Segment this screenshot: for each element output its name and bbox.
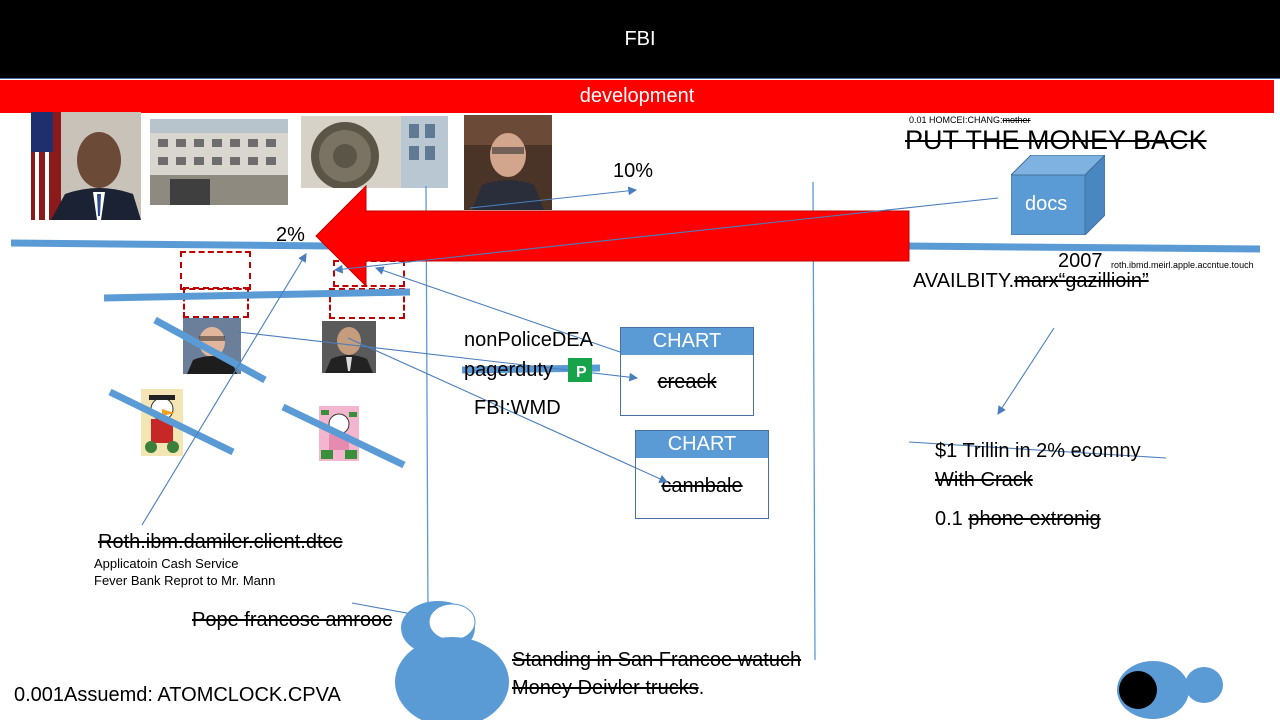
building-photo-1 bbox=[150, 119, 288, 205]
put-money-back-heading: PUT THE MONEY BACK bbox=[905, 125, 1207, 155]
portrait-photo-1 bbox=[31, 112, 141, 220]
building-seal-photo bbox=[301, 116, 448, 188]
dashed-placeholder-3 bbox=[333, 260, 405, 287]
chart-2-header: CHART bbox=[636, 431, 768, 458]
standing-text-2: Money Deivler trucks bbox=[512, 677, 699, 699]
pope-label: Pope francosc amrooc bbox=[192, 609, 393, 631]
banner-label: development bbox=[579, 85, 695, 107]
pagerduty-label: pagerduty bbox=[464, 359, 553, 381]
pct-2-label: 2% bbox=[276, 224, 305, 246]
phone-struck-text: phone extronig bbox=[968, 508, 1101, 530]
standing-period: . bbox=[698, 677, 705, 699]
atomclock-label: 0.001Assuemd: ATOMCLOCK.CPVA bbox=[14, 684, 341, 706]
non-police-label: nonPoliceDEA bbox=[464, 329, 593, 351]
pct-10-label: 10% bbox=[613, 160, 654, 182]
standing-line-2: Money Deivler trucks. bbox=[512, 677, 704, 700]
homcei-small-text: 0.01 HOMCEI:CHANG:mother bbox=[909, 115, 1031, 125]
availbity-label: AVAILBITY.marx“gazillioin” bbox=[913, 270, 1149, 293]
cash-service-label: Applicatoin Cash Service bbox=[94, 556, 239, 571]
portrait-photo-4 bbox=[322, 321, 376, 373]
trillion-line-1: $1 Trillin in 2% ecomny bbox=[935, 440, 1141, 463]
chart-box-1: CHART creack bbox=[620, 327, 754, 416]
fever-bank-label: Fever Bank Reprot to Mr. Mann bbox=[94, 573, 276, 588]
portrait-photo-2 bbox=[464, 115, 552, 210]
portrait-photo-3 bbox=[183, 318, 241, 374]
dashed-placeholder-2 bbox=[183, 287, 249, 318]
title-bar: FBI bbox=[0, 0, 1280, 79]
cartoon-money-image bbox=[319, 406, 359, 461]
homcei-text: 0.01 HOMCEI:CHANG: bbox=[909, 115, 1003, 125]
roth-small-label: roth.ibmd.meirl.apple.accntue.touch bbox=[1111, 260, 1254, 270]
trillion-text-1: $1 Trillin in 2% ecomny bbox=[935, 440, 1141, 462]
slide-title: FBI bbox=[624, 28, 656, 50]
development-banner: development bbox=[0, 80, 1274, 113]
standing-line-1: Standing in San Francoe watuch bbox=[512, 649, 802, 671]
dashed-placeholder-1 bbox=[180, 251, 251, 290]
roth-client-label: Roth.ibm.damiler.client.dtcc bbox=[98, 531, 343, 553]
svg-text:P: P bbox=[576, 364, 587, 381]
cartoon-duck-image bbox=[141, 389, 183, 456]
trillion-line-2: With Crack bbox=[935, 469, 1033, 491]
chart-1-body: creack bbox=[657, 371, 717, 393]
chart-box-2: CHART cannbale bbox=[635, 430, 769, 519]
pagerduty-icon: P bbox=[568, 358, 592, 382]
mother-struck-text: mother bbox=[1002, 115, 1031, 125]
phone-prefix: 0.1 bbox=[935, 508, 969, 530]
fbi-wmd-label: FBI:WMD bbox=[474, 397, 561, 419]
availbity-text: AVAILBITY. bbox=[913, 270, 1015, 292]
gazillioin-struck-text: marx“gazillioin” bbox=[1014, 270, 1149, 292]
chart-2-body: cannbale bbox=[661, 475, 743, 497]
dashed-placeholder-4 bbox=[329, 288, 405, 319]
chart-1-header: CHART bbox=[621, 328, 753, 355]
phone-line: 0.1 phone extronig bbox=[935, 508, 1101, 531]
docs-label: docs bbox=[1025, 193, 1068, 215]
